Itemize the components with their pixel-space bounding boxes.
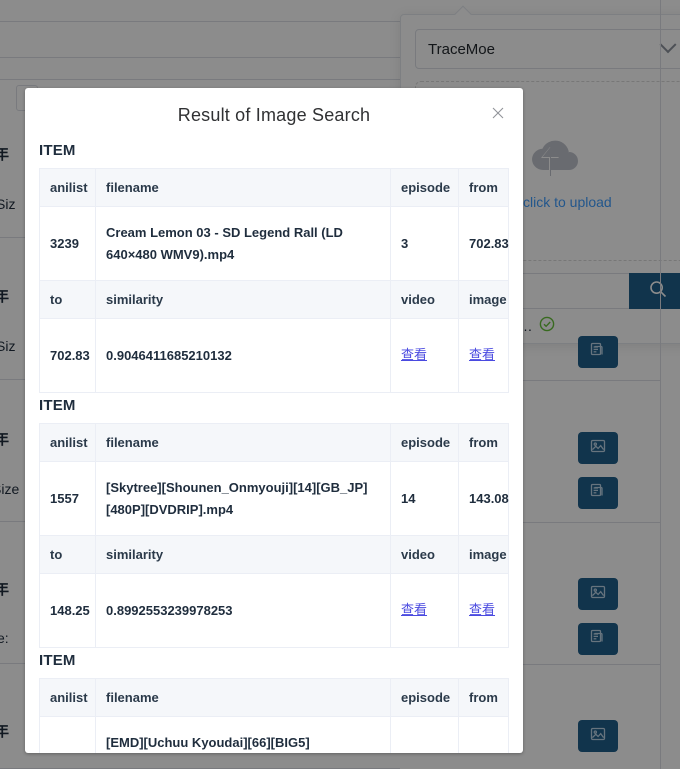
close-icon[interactable]: [487, 102, 509, 124]
video-view-link[interactable]: 查看: [401, 603, 427, 618]
column-header-episode: episode: [390, 678, 459, 717]
column-header-video: video: [390, 535, 459, 574]
item-heading: ITEM: [39, 142, 76, 159]
item-heading: ITEM: [39, 397, 76, 414]
column-header-filename: filename: [95, 423, 391, 462]
image-search-result-dialog: Result of Image Search ITEM anilist file…: [25, 88, 523, 753]
cell-similarity: 0.9046411685210132: [95, 318, 391, 393]
cell-episode: 14: [390, 461, 459, 536]
column-header-from: from: [458, 168, 509, 207]
table-row: 1557 [Skytree][Shounen_Onmyouji][14][GB_…: [39, 461, 509, 536]
cell-filename: Cream Lemon 03 - SD Legend Rall (LD 640×…: [95, 206, 391, 281]
column-header-similarity: similarity: [95, 280, 391, 319]
screen: 年 Siz 年 Siz 年 Size 年 ze: 年 TraceMoe: [0, 0, 680, 769]
column-header-episode: episode: [390, 168, 459, 207]
column-header-anilist: anilist: [39, 168, 96, 207]
column-header-filename: filename: [95, 678, 391, 717]
cell-video: 查看: [390, 318, 459, 393]
dialog-body: ITEM anilist filename episode from 3239 …: [25, 142, 523, 753]
column-header-similarity: similarity: [95, 535, 391, 574]
cell-image: 查看: [458, 573, 509, 648]
cell-to: 148.25: [39, 573, 96, 648]
dialog-header: Result of Image Search: [25, 88, 523, 142]
cell-episode: [390, 716, 459, 753]
column-header-video: video: [390, 280, 459, 319]
cell-similarity: 0.8992553239978253: [95, 573, 391, 648]
cell-anilist: 3239: [39, 206, 96, 281]
table-row: 148.25 0.8992553239978253 查看 查看: [39, 573, 509, 648]
table-row: [EMD][Uchuu Kyoudai][66][BIG5][X264_AAC]…: [39, 716, 509, 753]
column-header-to: to: [39, 535, 96, 574]
item-heading: ITEM: [39, 652, 76, 669]
cell-anilist: 1557: [39, 461, 96, 536]
result-table: anilist filename episode from [EMD][Uchu…: [39, 678, 509, 753]
result-item: ITEM anilist filename episode from [EMD]…: [39, 652, 509, 753]
column-header-anilist: anilist: [39, 678, 96, 717]
column-header-from: from: [458, 678, 509, 717]
result-table: anilist filename episode from 1557 [Skyt…: [39, 423, 509, 648]
image-view-link[interactable]: 查看: [469, 348, 495, 363]
table-row: 3239 Cream Lemon 03 - SD Legend Rall (LD…: [39, 206, 509, 281]
cell-episode: 3: [390, 206, 459, 281]
cell-anilist: [39, 716, 96, 753]
video-view-link[interactable]: 查看: [401, 348, 427, 363]
column-header-image: image: [458, 535, 509, 574]
table-header-row: anilist filename episode from: [39, 423, 509, 462]
cell-filename: [EMD][Uchuu Kyoudai][66][BIG5][X264_AAC]…: [95, 716, 391, 753]
table-header-row: to similarity video image: [39, 280, 509, 319]
table-header-row: to similarity video image: [39, 535, 509, 574]
column-header-image: image: [458, 280, 509, 319]
result-table: anilist filename episode from 3239 Cream…: [39, 168, 509, 393]
cell-from: 143.08: [458, 461, 509, 536]
table-header-row: anilist filename episode from: [39, 168, 509, 207]
column-header-filename: filename: [95, 168, 391, 207]
cell-filename: [Skytree][Shounen_Onmyouji][14][GB_JP][4…: [95, 461, 391, 536]
cell-to: 702.83: [39, 318, 96, 393]
table-header-row: anilist filename episode from: [39, 678, 509, 717]
dialog-title: Result of Image Search: [177, 104, 371, 125]
column-header-episode: episode: [390, 423, 459, 462]
cell-video: 查看: [390, 573, 459, 648]
column-header-to: to: [39, 280, 96, 319]
cell-from: [458, 716, 509, 753]
cell-from: 702.83: [458, 206, 509, 281]
image-view-link[interactable]: 查看: [469, 603, 495, 618]
result-item: ITEM anilist filename episode from 3239 …: [39, 142, 509, 393]
result-item: ITEM anilist filename episode from 1557 …: [39, 397, 509, 648]
table-row: 702.83 0.9046411685210132 查看 查看: [39, 318, 509, 393]
cell-image: 查看: [458, 318, 509, 393]
column-header-anilist: anilist: [39, 423, 96, 462]
column-header-from: from: [458, 423, 509, 462]
